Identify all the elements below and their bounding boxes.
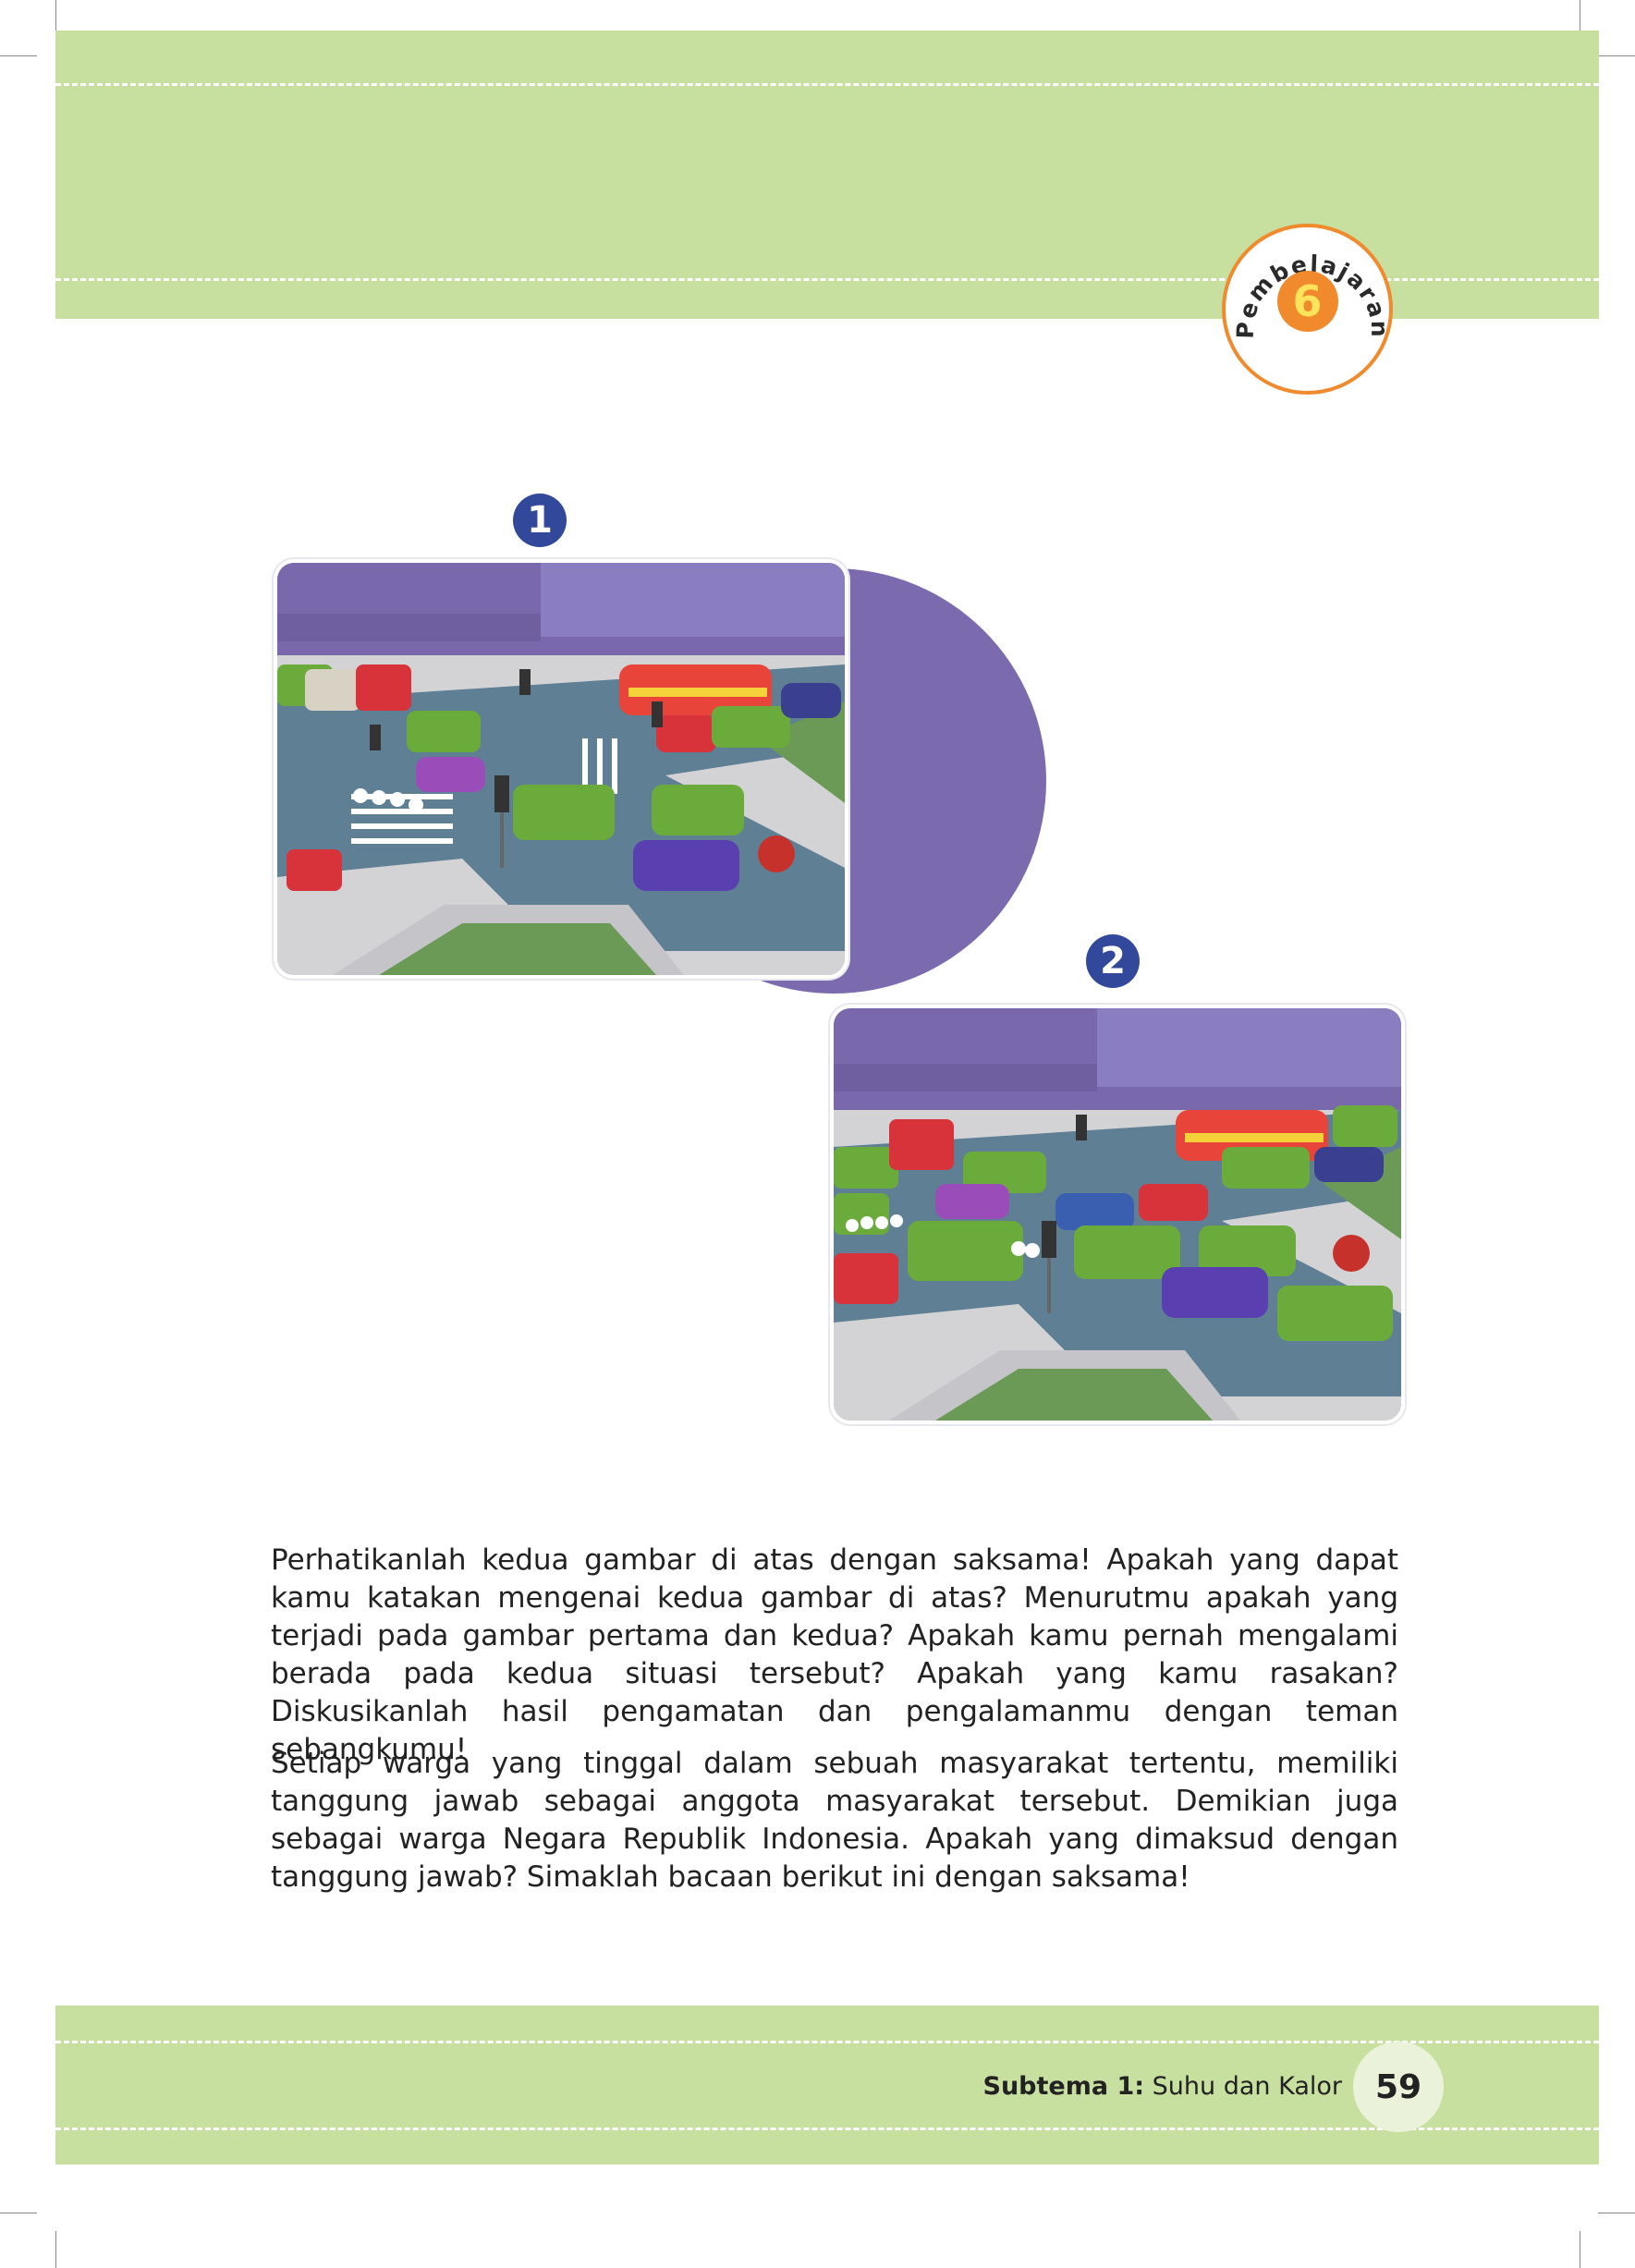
lesson-number: 6 xyxy=(1292,275,1323,326)
lesson-number-circle: 6 xyxy=(1276,270,1338,332)
subtema-label: Subtema 1: xyxy=(982,2072,1145,2101)
footer-dashed-line xyxy=(55,2041,1599,2043)
page-number: 59 xyxy=(1374,2067,1422,2106)
crop-mark xyxy=(1598,55,1635,56)
page-number-circle: 59 xyxy=(1353,2042,1444,2132)
figure-2-marker: 2 xyxy=(1086,934,1140,988)
crop-mark xyxy=(55,2231,56,2268)
crop-mark xyxy=(0,55,37,56)
header-dashed-line xyxy=(55,83,1599,86)
paragraph-observation: Perhatikanlah kedua gambar di atas denga… xyxy=(271,1543,1398,1766)
figure-2-traffic-jam-illustration xyxy=(830,1005,1405,1424)
footer-dashed-line xyxy=(55,2128,1599,2130)
paragraph-responsibility: Setiap warga yang tinggal dalam sebuah m… xyxy=(271,1747,1398,1894)
figure-1-marker: 1 xyxy=(513,494,567,547)
lesson-badge: Pembelajaran 6 xyxy=(1222,224,1393,395)
subtema-caption: Subtema 1: Suhu dan Kalor xyxy=(983,2072,1343,2101)
figure-1-traffic-illustration xyxy=(274,559,848,979)
subtema-title: Suhu dan Kalor xyxy=(1152,2072,1342,2101)
